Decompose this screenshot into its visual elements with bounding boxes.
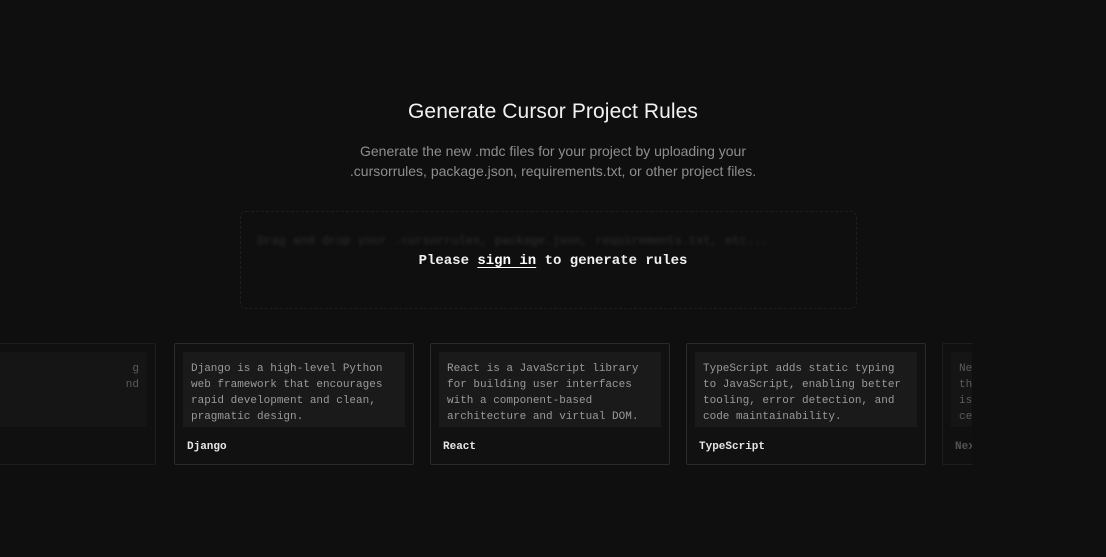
framework-card-partial-right[interactable]: Ne th is ce Nex [942, 343, 972, 465]
subtitle-line-1: Generate the new .mdc files for your pro… [360, 143, 746, 159]
card-desc-line: for building user interfaces [447, 379, 632, 391]
card-desc-line: rapid development and clean, [191, 395, 376, 407]
card-desc-line: nd [125, 379, 139, 391]
subtitle-line-2: .cursorrules, package.json, requirements… [349, 163, 757, 179]
framework-card-typescript[interactable]: TypeScript adds static typing to JavaScr… [686, 343, 926, 465]
card-desc-line: TypeScript adds static typing [703, 363, 895, 375]
signin-suffix: to generate rules [536, 253, 688, 269]
card-desc-line: web framework that encourages [191, 379, 383, 391]
card-desc-line: tooling, error detection, and [703, 395, 895, 407]
card-description: Django is a high-level Python web framew… [183, 352, 405, 427]
card-desc-line: g [132, 363, 139, 375]
card-desc-line: code maintainability. [703, 411, 842, 423]
card-desc-line: with a component-based [447, 395, 593, 407]
card-title: TypeScript [699, 441, 766, 453]
framework-card-partial-left[interactable]: g nd [0, 343, 156, 465]
card-desc-line: th [959, 379, 972, 391]
card-desc-line: Ne [959, 363, 972, 375]
card-description: TypeScript adds static typing to JavaScr… [695, 352, 917, 427]
card-desc-line: React is a JavaScript library [447, 363, 639, 375]
card-desc-line: ce [959, 411, 972, 423]
card-title: Django [187, 441, 227, 453]
signin-prompt: Please sign in to generate rules [0, 253, 1106, 269]
card-desc-line: pragmatic design. [191, 411, 304, 423]
card-desc-line: Django is a high-level Python [191, 363, 383, 375]
signin-prefix: Please [418, 253, 478, 269]
card-partial-right-clip: Ne th is ce Nex [942, 343, 972, 465]
card-title: React [443, 441, 477, 453]
card-description: g nd [0, 352, 147, 427]
page-subtitle: Generate the new .mdc files for your pro… [0, 141, 1106, 181]
card-partial-left-clip: g nd [0, 343, 158, 465]
framework-card-django[interactable]: Django is a high-level Python web framew… [174, 343, 414, 465]
sign-in-link[interactable]: sign in [477, 253, 536, 269]
card-desc-line: architecture and virtual DOM. [447, 411, 639, 423]
card-description: Ne th is ce [951, 352, 972, 427]
page: Generate Cursor Project Rules Generate t… [0, 0, 1106, 557]
framework-card-react[interactable]: React is a JavaScript library for buildi… [430, 343, 670, 465]
card-desc-line: to JavaScript, enabling better [703, 379, 902, 391]
framework-cards-carousel: g nd Django is a high-level Python web f… [0, 343, 1106, 465]
card-desc-line: is [959, 395, 972, 407]
card-description: React is a JavaScript library for buildi… [439, 352, 661, 427]
dropzone-placeholder: Drag and drop your .cursorrules, package… [257, 234, 769, 248]
page-title: Generate Cursor Project Rules [407, 100, 699, 123]
card-title: Nex [955, 441, 972, 453]
